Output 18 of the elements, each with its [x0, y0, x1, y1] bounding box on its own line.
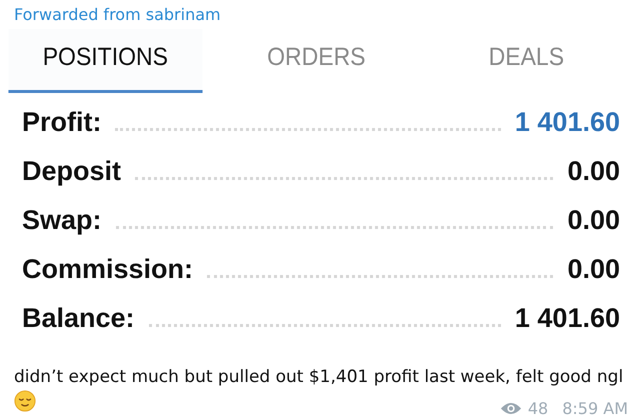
field-label: Balance: — [22, 303, 135, 334]
field-value: 0.00 — [567, 254, 620, 285]
field-value: 0.00 — [567, 156, 620, 187]
field-value: 1 401.60 — [514, 303, 620, 334]
tab[interactable]: ORDERS — [219, 29, 413, 93]
message-time: 8:59 AM — [562, 399, 628, 418]
tab[interactable]: POSITIONS — [8, 29, 202, 93]
field-label: Deposit — [22, 156, 122, 187]
field-value: 0.00 — [567, 205, 620, 236]
smiley-icon — [14, 390, 36, 412]
field-value: 1 401.60 — [514, 107, 620, 138]
forwarded-from-label[interactable]: Forwarded from sabrinam — [0, 0, 632, 29]
view-count: 48 — [528, 399, 548, 418]
tab[interactable]: DEALS — [430, 29, 624, 93]
field-label: Profit: — [22, 107, 102, 138]
field-label: Swap: — [22, 205, 102, 236]
field-label: Commission: — [22, 254, 194, 285]
message-text: didn’t expect much but pulled out $1,401 profit last week, felt good ngl — [14, 367, 624, 387]
